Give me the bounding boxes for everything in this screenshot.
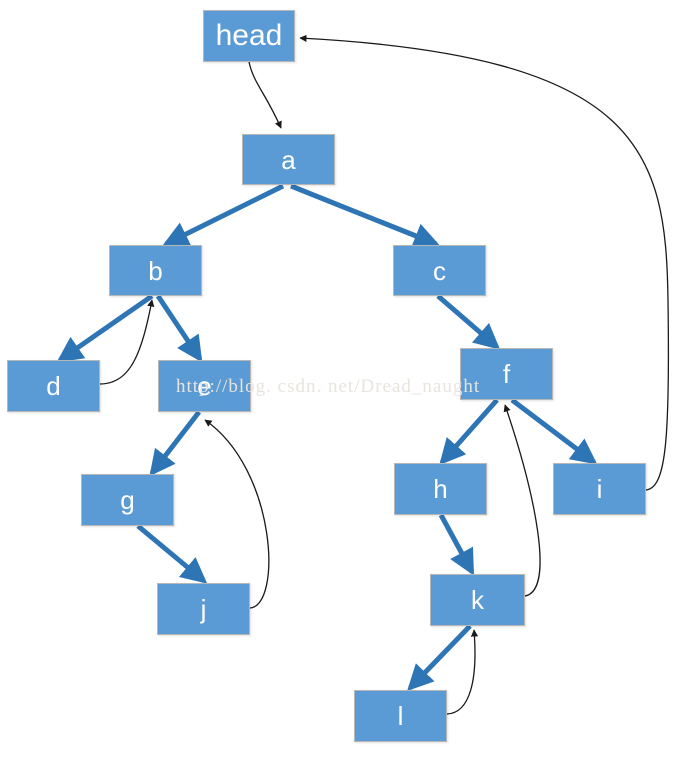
node-label-d: d: [46, 371, 61, 401]
edge-b-e: [155, 294, 203, 363]
node-label-l: l: [397, 701, 404, 731]
node-b[interactable]: b: [109, 245, 202, 296]
edge-j-e: [204, 419, 270, 609]
diagram-canvas: head a b c d e f g h i j k l http://blog. csdn. net/…: [0, 0, 676, 759]
edge-e-g: [149, 410, 201, 477]
node-k[interactable]: k: [430, 574, 525, 626]
node-label-head: head: [215, 19, 283, 52]
node-label-f: f: [502, 359, 511, 389]
node-label-k: k: [471, 585, 484, 615]
node-e[interactable]: e: [158, 360, 251, 412]
node-l[interactable]: l: [354, 690, 447, 742]
edge-g-j: [136, 524, 208, 584]
node-f[interactable]: f: [460, 348, 553, 400]
node-g[interactable]: g: [81, 474, 174, 526]
node-d[interactable]: d: [7, 360, 100, 412]
node-label-i: i: [596, 474, 603, 504]
node-c[interactable]: c: [393, 245, 486, 296]
edge-c-f: [436, 294, 501, 350]
node-a[interactable]: a: [242, 134, 335, 185]
node-label-g: g: [120, 485, 135, 515]
edge-b-d: [56, 293, 154, 363]
node-label-b: b: [148, 255, 163, 286]
node-h[interactable]: h: [394, 463, 487, 515]
edge-layer: [56, 34, 670, 715]
node-label-h: h: [433, 474, 448, 504]
edge-l-k: [446, 629, 479, 715]
node-head[interactable]: head: [203, 10, 295, 62]
node-label-c: c: [433, 255, 446, 286]
edge-h-k: [438, 513, 475, 576]
edge-k-l: [407, 624, 472, 691]
edge-d-b: [99, 299, 155, 385]
edge-a-c: [290, 183, 440, 248]
node-i[interactable]: i: [553, 463, 646, 515]
node-j[interactable]: j: [157, 583, 250, 635]
edge-k-f: [503, 404, 541, 597]
edge-head-a: [248, 61, 282, 129]
edge-f-h: [439, 398, 499, 466]
edge-a-b: [162, 183, 285, 247]
edge-f-i: [510, 398, 598, 465]
node-label-e: e: [197, 371, 212, 401]
node-label-j: j: [200, 594, 207, 624]
node-label-a: a: [281, 144, 296, 175]
